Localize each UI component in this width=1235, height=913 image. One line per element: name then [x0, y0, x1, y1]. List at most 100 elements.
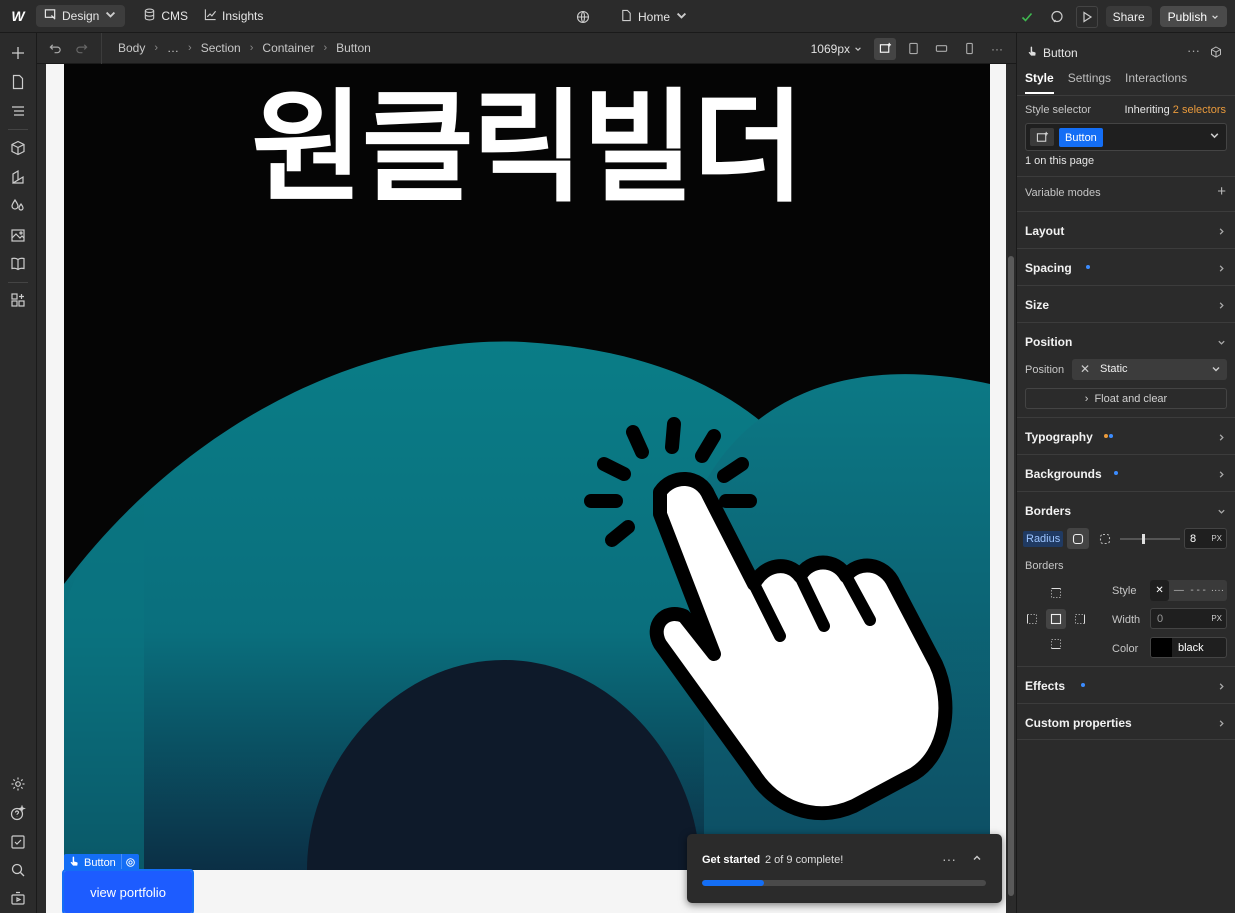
border-left-icon[interactable]: [1022, 609, 1042, 629]
section-backgrounds[interactable]: Backgrounds: [1017, 454, 1235, 491]
apps-icon[interactable]: [8, 290, 28, 310]
audit-checklist-icon[interactable]: [8, 832, 28, 852]
section-effects-title: Effects: [1025, 679, 1066, 693]
rail-divider: [8, 129, 28, 130]
radius-slider[interactable]: [1120, 534, 1180, 544]
hero-image[interactable]: 원클릭빌더: [64, 64, 990, 870]
slider-thumb[interactable]: [1142, 534, 1145, 544]
scrollbar-thumb[interactable]: [1008, 256, 1014, 896]
chevron-up-icon[interactable]: [972, 852, 982, 866]
webflow-logo[interactable]: W: [0, 0, 36, 33]
video-tutorials-icon[interactable]: [8, 888, 28, 908]
search-icon[interactable]: [8, 860, 28, 880]
more-icon[interactable]: ···: [1187, 43, 1200, 58]
border-style-control[interactable]: ✕ — - - - ····: [1150, 580, 1227, 601]
border-dotted-icon[interactable]: ····: [1208, 580, 1227, 601]
breadcrumb-item-ellipsis[interactable]: …: [167, 41, 179, 55]
cms-collections-icon[interactable]: [8, 254, 28, 274]
more-icon[interactable]: ···: [942, 851, 956, 867]
element-settings-icon[interactable]: [120, 854, 139, 871]
mobile-landscape-icon[interactable]: [930, 38, 952, 60]
float-and-clear-button[interactable]: › Float and clear: [1025, 388, 1227, 409]
settings-icon[interactable]: [8, 774, 28, 794]
preview-play-icon[interactable]: [1075, 5, 1098, 28]
add-elements-icon[interactable]: [8, 43, 28, 63]
variables-icon[interactable]: [8, 167, 28, 187]
breadcrumb-item-container[interactable]: Container: [262, 41, 314, 55]
page-selector[interactable]: Home: [612, 6, 696, 28]
breadcrumb-item-section[interactable]: Section: [201, 41, 241, 55]
tab-style[interactable]: Style: [1025, 71, 1054, 94]
selector-chip-button[interactable]: Button: [1059, 128, 1103, 147]
selected-element-tag[interactable]: Button: [64, 854, 139, 871]
radius-label[interactable]: Radius: [1023, 531, 1064, 547]
tab-settings[interactable]: Settings: [1068, 71, 1111, 94]
border-solid-icon[interactable]: —: [1169, 580, 1188, 601]
chevron-right-icon: [1217, 717, 1226, 731]
radius-individual-icon[interactable]: [1094, 528, 1116, 549]
view-portfolio-button[interactable]: view portfolio: [62, 869, 194, 913]
radius-unit[interactable]: PX: [1211, 534, 1222, 543]
border-color-input[interactable]: black: [1150, 637, 1227, 658]
help-icon[interactable]: [8, 803, 28, 823]
section-size[interactable]: Size: [1017, 285, 1235, 322]
add-icon[interactable]: +: [1217, 183, 1226, 200]
share-button[interactable]: Share: [1105, 6, 1152, 27]
chevron-down-icon: [675, 9, 688, 25]
design-mode-button[interactable]: Design: [36, 5, 126, 27]
border-right-icon[interactable]: [1070, 609, 1090, 629]
canvas-scrollbar[interactable]: [1006, 64, 1016, 913]
navigator-icon[interactable]: [8, 101, 28, 121]
mobile-portrait-icon[interactable]: [958, 38, 980, 60]
radius-input[interactable]: 8 PX: [1184, 528, 1227, 549]
tablet-breakpoint-icon[interactable]: [902, 38, 924, 60]
style-manager-icon[interactable]: [8, 196, 28, 216]
inheriting-count[interactable]: 2 selectors: [1173, 104, 1226, 116]
radius-all-icon[interactable]: [1067, 528, 1089, 549]
globe-icon[interactable]: [572, 6, 594, 28]
publish-button[interactable]: Publish: [1159, 6, 1227, 27]
section-layout[interactable]: Layout: [1017, 211, 1235, 248]
comment-icon[interactable]: [1046, 6, 1068, 28]
border-width-input[interactable]: 0 PX: [1150, 608, 1227, 629]
top-bar: W Design CMS Insights Home Share Publish: [0, 0, 1235, 33]
style-selector-input[interactable]: Button: [1025, 123, 1227, 151]
breadcrumb-item-body[interactable]: Body: [118, 41, 145, 55]
insights-button[interactable]: Insights: [196, 5, 271, 27]
section-typography[interactable]: Typography: [1017, 417, 1235, 454]
viewport-width[interactable]: 1069px: [811, 42, 850, 56]
color-swatch[interactable]: [1151, 638, 1172, 657]
border-bottom-icon[interactable]: [1046, 634, 1066, 654]
inheriting-info[interactable]: Inheriting 2 selectors: [1124, 104, 1226, 116]
undo-icon[interactable]: [42, 42, 68, 55]
border-top-icon[interactable]: [1046, 583, 1066, 603]
get-started-panel[interactable]: Get started 2 of 9 complete! ···: [687, 834, 1002, 903]
breadcrumb-item-button[interactable]: Button: [336, 41, 371, 55]
desktop-breakpoint-icon[interactable]: [874, 37, 896, 60]
check-icon[interactable]: [1016, 6, 1038, 28]
section-backgrounds-title: Backgrounds: [1025, 467, 1102, 481]
design-canvas[interactable]: 원클릭빌더: [46, 64, 1006, 913]
cms-button[interactable]: CMS: [135, 5, 196, 27]
more-icon[interactable]: ···: [986, 38, 1008, 60]
border-width-unit[interactable]: PX: [1211, 614, 1222, 623]
border-dashed-icon[interactable]: - - -: [1189, 580, 1208, 601]
position-label: Position: [1025, 364, 1065, 376]
border-all-icon[interactable]: [1046, 609, 1066, 629]
redo-icon[interactable]: [68, 42, 94, 55]
element-name: Button: [1027, 46, 1078, 60]
tab-interactions[interactable]: Interactions: [1125, 71, 1187, 94]
chevron-down-icon[interactable]: [1209, 130, 1220, 144]
chevron-down-icon: [1211, 10, 1219, 24]
position-select[interactable]: ✕ Static: [1072, 359, 1227, 380]
border-none-icon[interactable]: ✕: [1150, 580, 1170, 601]
section-custom-properties[interactable]: Custom properties: [1017, 703, 1235, 740]
border-color-value: black: [1178, 642, 1204, 654]
pages-icon[interactable]: [8, 72, 28, 92]
section-spacing[interactable]: Spacing: [1017, 248, 1235, 285]
selector-state-icon[interactable]: [1030, 128, 1054, 146]
components-icon[interactable]: [8, 138, 28, 158]
assets-icon[interactable]: [8, 225, 28, 245]
component-icon[interactable]: [1210, 46, 1222, 61]
section-effects[interactable]: Effects: [1017, 666, 1235, 703]
